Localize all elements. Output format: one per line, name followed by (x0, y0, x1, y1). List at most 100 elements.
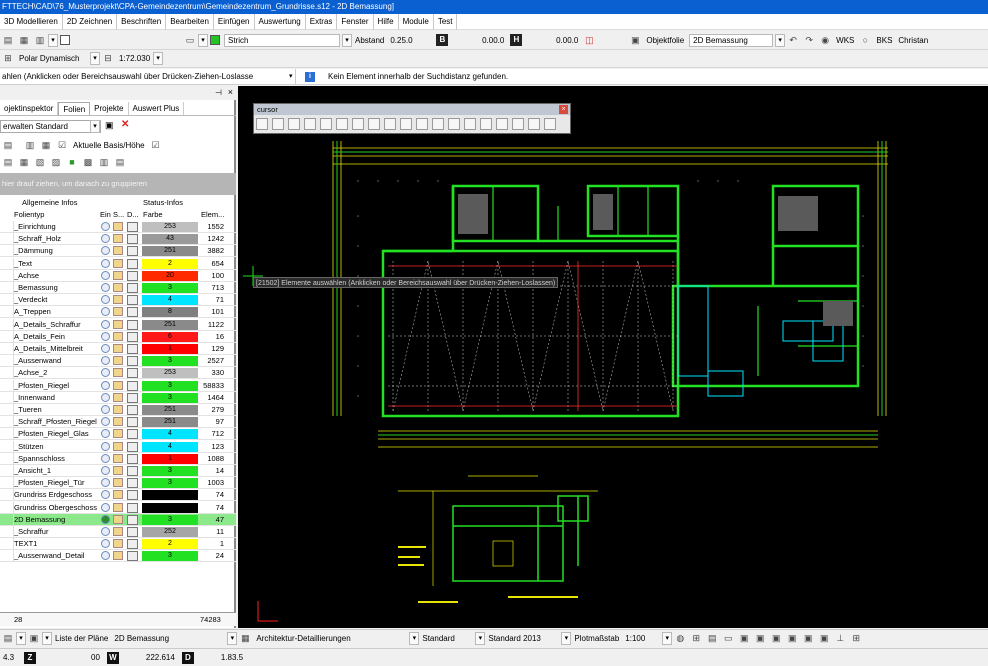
basis-checkbox[interactable]: ☑ (150, 139, 162, 151)
printer-icon[interactable] (127, 234, 138, 245)
lock-icon[interactable] (113, 466, 123, 475)
layer-row[interactable]: A_Details_Schraffur 251 1122 (0, 318, 236, 331)
printer-icon[interactable] (127, 392, 138, 403)
col-farbe[interactable]: Farbe (143, 210, 163, 219)
render-icon[interactable]: ◍ (674, 633, 686, 645)
snap3-icon[interactable]: ▣ (770, 633, 782, 645)
lock-icon[interactable] (113, 405, 123, 414)
lock-icon[interactable] (113, 283, 123, 292)
layer-color-swatch[interactable] (142, 490, 198, 501)
layer-color-swatch[interactable]: 251 (142, 246, 198, 257)
printer-icon[interactable] (127, 246, 138, 257)
layer-row[interactable]: _Achse_2 253 330 (0, 367, 236, 380)
layer-row[interactable]: _Spannschloss 1 1088 (0, 452, 236, 465)
printer-icon[interactable] (127, 405, 138, 415)
visibility-icon[interactable] (101, 502, 110, 512)
layer-color-swatch[interactable]: 1 (142, 344, 198, 354)
visibility-icon[interactable] (101, 246, 110, 256)
lock-icon[interactable] (113, 246, 123, 256)
ortho-icon[interactable]: ⊥ (834, 633, 846, 645)
visibility-icon[interactable] (101, 344, 110, 353)
layer-filter-icon[interactable]: ▩ (82, 156, 94, 168)
layer-color-swatch[interactable]: 253 (142, 222, 198, 232)
print-dropdown[interactable]: ▾ (48, 33, 58, 47)
layer-row[interactable]: _Schraff_Holz 43 1242 (0, 233, 236, 246)
zoom-out-icon[interactable] (544, 118, 556, 130)
printer-icon[interactable] (127, 490, 138, 501)
lock-icon[interactable] (113, 368, 123, 378)
lock-icon[interactable] (113, 380, 123, 390)
visibility-icon[interactable] (101, 319, 110, 329)
layer-print-icon[interactable]: ▤ (114, 156, 126, 168)
visibility-icon[interactable] (101, 527, 110, 536)
printer-icon[interactable] (127, 270, 138, 281)
edit-tool-icon[interactable] (352, 118, 364, 130)
snap1-icon[interactable]: ▣ (738, 633, 750, 645)
lock-icon[interactable] (113, 417, 123, 427)
layer-color-swatch[interactable]: 4 (142, 441, 198, 452)
printer-icon[interactable] (127, 527, 138, 537)
layer-color-swatch[interactable]: 3 (142, 380, 198, 391)
lock-icon[interactable] (113, 490, 123, 500)
pen-dropdown[interactable]: ▾ (198, 33, 208, 47)
layer-color-swatch[interactable]: 20 (142, 270, 198, 281)
line-tool-icon[interactable] (320, 118, 332, 130)
layer-row[interactable]: _Ansicht_1 3 14 (0, 465, 236, 477)
layer-copy-icon[interactable]: ▥ (24, 139, 36, 151)
layer-color-swatch[interactable] (142, 502, 198, 513)
visibility-icon[interactable] (101, 417, 110, 427)
lock-icon[interactable] (113, 270, 123, 280)
folder-icon[interactable]: ▤ (2, 34, 14, 46)
plan-new-icon[interactable]: ▤ (2, 633, 14, 645)
layer-row[interactable]: _Aussenwand_Detail 3 24 (0, 550, 236, 563)
layer-color-swatch[interactable]: 2 (142, 258, 198, 269)
lock-icon[interactable] (113, 478, 123, 488)
layer-row[interactable]: A_Details_Mittelbreit 1 129 (0, 343, 236, 355)
standard-2013-dropdown[interactable]: ▾ (561, 632, 572, 645)
col-d[interactable]: D... (127, 210, 139, 219)
printer-icon[interactable] (127, 551, 138, 562)
wks-radio-icon[interactable]: ◉ (819, 34, 831, 46)
layer-color-swatch[interactable]: 43 (142, 234, 198, 245)
col-folientyp[interactable]: Folientyp (14, 210, 44, 219)
menu-beschriften[interactable]: Beschriften (117, 13, 167, 30)
layer-color-swatch[interactable]: 3 (142, 283, 198, 293)
layer-color-swatch[interactable]: 4 (142, 295, 198, 306)
menu-3d-modellieren[interactable]: 3D Modellieren (0, 13, 63, 30)
visibility-icon[interactable] (101, 551, 110, 561)
color-wheel-icon[interactable] (304, 118, 316, 130)
lock-icon[interactable] (113, 344, 123, 353)
visibility-icon[interactable] (101, 234, 110, 244)
layer-row[interactable]: _Schraff_Pfosten_Riegel 251 97 (0, 416, 236, 429)
grid-icon[interactable]: ⊞ (2, 53, 14, 65)
layer-row[interactable]: A_Treppen 8 101 (0, 306, 236, 319)
layout-icon[interactable]: ▤ (706, 633, 718, 645)
menu-hilfe[interactable]: Hilfe (374, 13, 399, 30)
visibility-icon[interactable] (101, 380, 110, 390)
snap-point-icon[interactable] (272, 118, 284, 130)
menu-test[interactable]: Test (434, 13, 458, 30)
plans-value[interactable]: 2D Bemassung (114, 634, 224, 643)
delete-icon[interactable]: ✕ (121, 119, 129, 130)
layers-icon[interactable]: ▦ (18, 34, 30, 46)
layer-set-dropdown-arrow[interactable]: ▾ (90, 120, 100, 133)
measure-icon[interactable] (400, 118, 412, 130)
printer-icon[interactable] (127, 344, 138, 354)
checkbox-icon[interactable]: ☑ (56, 139, 68, 151)
layer-color-swatch[interactable]: 3 (142, 514, 198, 525)
drawing-canvas[interactable] (238, 86, 988, 628)
objektfolie-dropdown[interactable]: ▾ (775, 33, 786, 47)
printer-icon[interactable] (127, 331, 138, 342)
eraser-icon[interactable]: ◫ (583, 34, 595, 46)
cursor-close-icon[interactable]: × (559, 105, 568, 114)
visibility-icon[interactable] (101, 441, 110, 451)
visibility-icon[interactable] (101, 258, 110, 268)
printer-icon[interactable] (127, 539, 138, 550)
menu-einfuegen[interactable]: Einfügen (214, 13, 255, 30)
visibility-icon[interactable] (101, 429, 110, 439)
layer-color-swatch[interactable]: 251 (142, 417, 198, 428)
printer-icon[interactable] (127, 453, 138, 464)
visibility-icon[interactable] (101, 295, 110, 305)
group-by-bar[interactable]: hier drauf ziehen, um danach zu gruppier… (0, 173, 236, 195)
layer-row[interactable]: _Dämmung 251 3882 (0, 245, 236, 258)
